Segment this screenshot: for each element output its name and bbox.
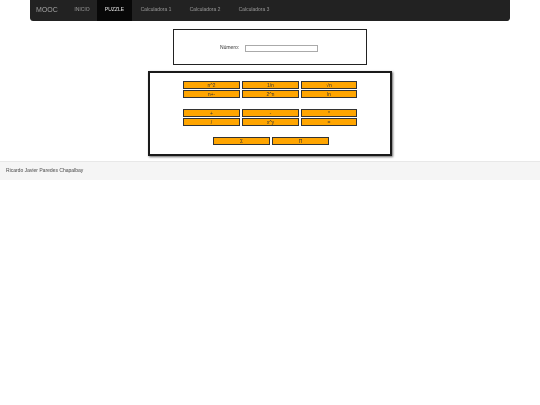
- ln-button[interactable]: ln: [301, 90, 357, 98]
- product-button[interactable]: Π: [272, 137, 329, 145]
- navbar: MOOC INICIO PUZZLE Calculadora 1 Calcula…: [30, 0, 510, 21]
- power-button[interactable]: x^y: [242, 118, 299, 126]
- nav-item-puzzle[interactable]: PUZZLE: [97, 0, 132, 21]
- sum-button[interactable]: Σ: [213, 137, 270, 145]
- nav-item-inicio[interactable]: INICIO: [70, 0, 94, 21]
- negate-button[interactable]: n+-: [183, 90, 240, 98]
- equals-button[interactable]: =: [301, 118, 357, 126]
- subtract-button[interactable]: -: [242, 109, 299, 117]
- footer: Ricardo Javier Paredes Chapalbay: [0, 161, 540, 180]
- nav-item-calculadora-2[interactable]: Calculadora 2: [185, 0, 225, 21]
- number-panel: Número:: [173, 29, 367, 65]
- divide-button[interactable]: /: [183, 118, 240, 126]
- reciprocal-button[interactable]: 1/n: [242, 81, 299, 89]
- footer-author: Ricardo Javier Paredes Chapalbay: [6, 168, 84, 174]
- number-input[interactable]: [245, 45, 318, 52]
- power-of-two-button[interactable]: 2^n: [242, 90, 299, 98]
- nav-item-calculadora-3[interactable]: Calculadora 3: [234, 0, 274, 21]
- calculator-panel: n^2 1/n √n n+- 2^n ln + - * / x^y = Σ Π: [148, 71, 392, 156]
- add-button[interactable]: +: [183, 109, 240, 117]
- sqrt-button[interactable]: √n: [301, 81, 357, 89]
- brand-link[interactable]: MOOC: [36, 0, 58, 21]
- multiply-button[interactable]: *: [301, 109, 357, 117]
- number-label: Número:: [220, 45, 240, 51]
- nav-item-calculadora-1[interactable]: Calculadora 1: [136, 0, 176, 21]
- square-button[interactable]: n^2: [183, 81, 240, 89]
